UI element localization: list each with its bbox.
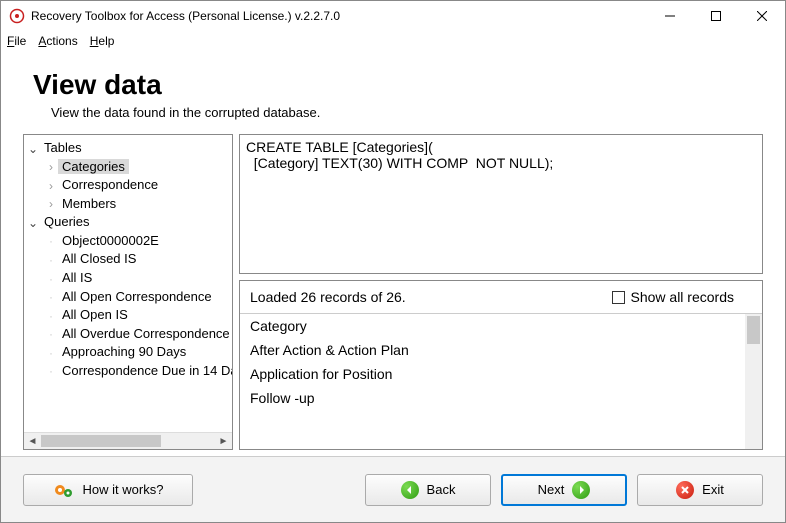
bullet-icon — [44, 344, 58, 362]
list-item[interactable]: Application for Position — [240, 362, 762, 386]
exit-button[interactable]: Exit — [637, 474, 763, 506]
tree-item[interactable]: ›Categories — [44, 158, 232, 177]
tree-item[interactable]: Object0000002E — [44, 232, 232, 251]
how-it-works-button[interactable]: How it works? — [23, 474, 193, 506]
tree-item-label: All Closed IS — [58, 251, 140, 266]
scroll-right-icon[interactable]: ► — [215, 433, 232, 449]
menu-help[interactable]: Help — [90, 34, 115, 48]
tree-item-label: Object0000002E — [58, 233, 163, 248]
show-all-records-checkbox[interactable]: Show all records — [612, 289, 735, 305]
tree-item[interactable]: All IS — [44, 269, 232, 288]
bullet-icon — [44, 325, 58, 343]
content-area: View data View the data found in the cor… — [1, 51, 785, 456]
scroll-left-icon[interactable]: ◄ — [24, 433, 41, 449]
records-header: Loaded 26 records of 26. Show all record… — [240, 281, 762, 314]
window-controls — [647, 1, 785, 31]
bullet-icon — [44, 362, 58, 380]
checkbox-box[interactable] — [612, 291, 625, 304]
list-item[interactable]: After Action & Action Plan — [240, 338, 762, 362]
back-button[interactable]: Back — [365, 474, 491, 506]
chevron-down-icon[interactable]: ⌄ — [26, 214, 40, 232]
next-label: Next — [538, 482, 565, 497]
tree-item[interactable]: All Open IS — [44, 306, 232, 325]
tree-item-label: All Open Correspondence — [58, 289, 216, 304]
menu-file[interactable]: File — [7, 34, 26, 48]
panels: ⌄Tables ›Categories›Correspondence›Membe… — [23, 134, 763, 450]
gear-icon — [53, 481, 75, 499]
tree-item[interactable]: All Closed IS — [44, 250, 232, 269]
bullet-icon — [44, 307, 58, 325]
records-box: Loaded 26 records of 26. Show all record… — [239, 280, 763, 450]
footer: How it works? Back Next Exit — [1, 456, 785, 522]
app-icon — [9, 8, 25, 24]
sql-line: CREATE TABLE [Categories]( — [246, 139, 433, 155]
tree-item[interactable]: ›Correspondence — [44, 176, 232, 195]
window-title: Recovery Toolbox for Access (Personal Li… — [31, 9, 647, 23]
bullet-icon — [44, 288, 58, 306]
tree-item-label: Correspondence — [58, 177, 162, 192]
menubar: File Actions Help — [1, 31, 785, 51]
sql-textbox[interactable]: CREATE TABLE [Categories]( [Category] TE… — [239, 134, 763, 274]
page-subtitle: View the data found in the corrupted dat… — [51, 105, 763, 120]
tree-item-label: All Overdue Correspondence — [58, 326, 232, 341]
maximize-button[interactable] — [693, 1, 739, 31]
tree-item[interactable]: Approaching 90 Days — [44, 343, 232, 362]
scroll-thumb[interactable] — [41, 435, 161, 447]
horizontal-scrollbar[interactable]: ◄ ► — [24, 432, 232, 449]
list-item[interactable]: Follow -up — [240, 386, 762, 410]
bullet-icon — [44, 270, 58, 288]
titlebar: Recovery Toolbox for Access (Personal Li… — [1, 1, 785, 31]
tree-scroll[interactable]: ⌄Tables ›Categories›Correspondence›Membe… — [24, 135, 232, 432]
tree-pane: ⌄Tables ›Categories›Correspondence›Membe… — [23, 134, 233, 450]
back-label: Back — [427, 482, 456, 497]
vertical-scrollbar[interactable] — [745, 314, 762, 449]
tree-item-label: Correspondence Due in 14 Days — [58, 363, 232, 378]
tree-item[interactable]: All Overdue Correspondence — [44, 325, 232, 344]
minimize-button[interactable] — [647, 1, 693, 31]
show-all-records-label: Show all records — [631, 289, 735, 305]
tree-item-label: All Open IS — [58, 307, 132, 322]
list-item[interactable]: Category — [240, 314, 762, 338]
tree-item[interactable]: All Open Correspondence — [44, 288, 232, 307]
exit-label: Exit — [702, 482, 724, 497]
bullet-icon — [44, 232, 58, 250]
tree-label-tables: Tables — [40, 140, 86, 155]
arrow-right-icon — [572, 481, 590, 499]
chevron-down-icon[interactable]: ⌄ — [26, 140, 40, 158]
next-button[interactable]: Next — [501, 474, 627, 506]
sql-line: [Category] TEXT(30) WITH COMP NOT NULL); — [246, 155, 553, 171]
right-pane: CREATE TABLE [Categories]( [Category] TE… — [239, 134, 763, 450]
bullet-icon — [44, 251, 58, 269]
scroll-track[interactable] — [161, 433, 215, 449]
page-title: View data — [33, 69, 763, 101]
close-icon — [676, 481, 694, 499]
close-button[interactable] — [739, 1, 785, 31]
records-list[interactable]: CategoryAfter Action & Action PlanApplic… — [240, 314, 762, 449]
tree-item[interactable]: ›Members — [44, 195, 232, 214]
chevron-right-icon[interactable]: › — [44, 177, 58, 195]
tree-node-tables[interactable]: ⌄Tables — [26, 139, 232, 158]
tree-item-label: All IS — [58, 270, 96, 285]
tree-label-queries: Queries — [40, 214, 94, 229]
tree-item[interactable]: Correspondence Due in 14 Days — [44, 362, 232, 381]
chevron-right-icon[interactable]: › — [44, 195, 58, 213]
how-it-works-label: How it works? — [83, 482, 164, 497]
tree-item-label: Categories — [58, 159, 129, 174]
records-status: Loaded 26 records of 26. — [250, 289, 406, 305]
tree-node-queries[interactable]: ⌄Queries — [26, 213, 232, 232]
scroll-thumb[interactable] — [747, 316, 760, 344]
chevron-right-icon[interactable]: › — [44, 158, 58, 176]
tree-item-label: Members — [58, 196, 120, 211]
tree-item-label: Approaching 90 Days — [58, 344, 190, 359]
arrow-left-icon — [401, 481, 419, 499]
menu-actions[interactable]: Actions — [38, 34, 77, 48]
